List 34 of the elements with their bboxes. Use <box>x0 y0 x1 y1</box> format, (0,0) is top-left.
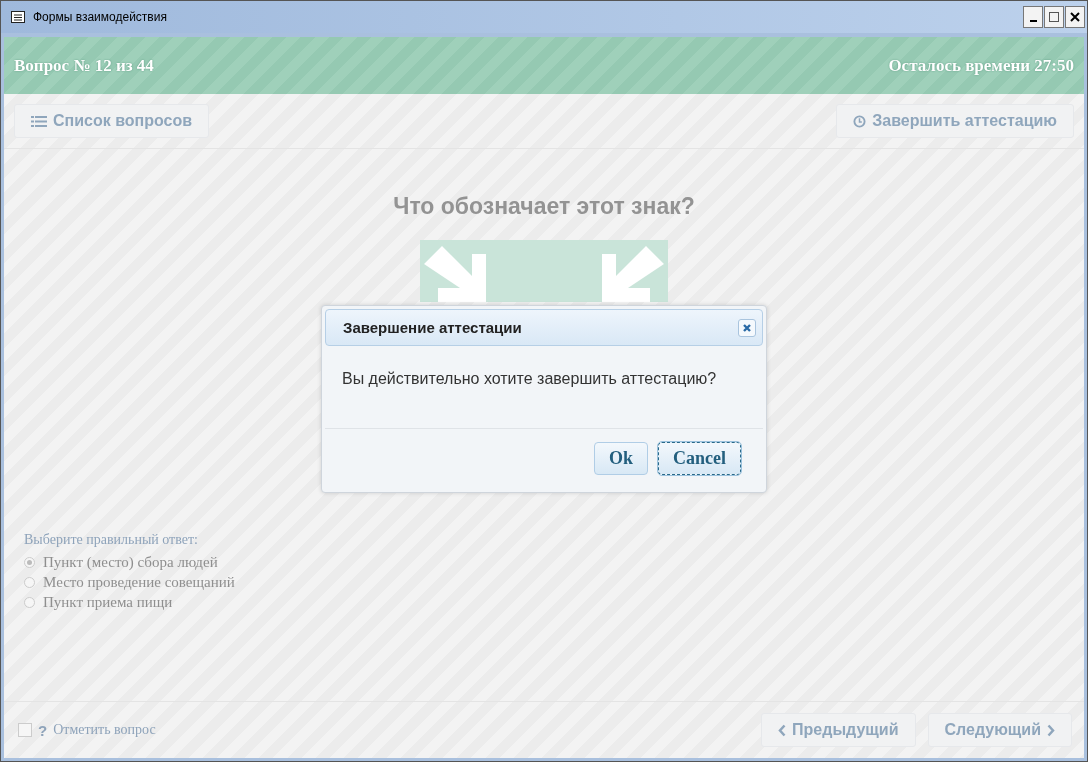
chevron-right-icon <box>1047 723 1055 737</box>
radio-button[interactable] <box>24 576 35 588</box>
maximize-icon <box>1048 11 1060 23</box>
previous-button[interactable]: Предыдущий <box>761 713 916 747</box>
question-counter: Вопрос № 12 из 44 <box>14 55 154 76</box>
close-button[interactable] <box>1065 6 1085 28</box>
answer-prompt: Выберите правильный ответ: <box>24 532 199 548</box>
close-icon <box>742 322 752 333</box>
dialog-button[interactable]: Ok <box>594 442 648 475</box>
radio-button[interactable] <box>24 556 35 568</box>
dialog-message: Вы действительно хотите завершить аттестацию? <box>325 346 763 429</box>
question-list-button[interactable]: Список вопросов <box>14 104 210 138</box>
answer-option[interactable]: Место проведение совещаний <box>43 573 235 591</box>
mark-checkbox[interactable] <box>18 723 32 737</box>
mark-question-label[interactable]: Отметить вопрос <box>53 722 156 738</box>
radio-button[interactable] <box>24 596 35 608</box>
dialog-title: Завершение аттестации <box>343 319 522 336</box>
chevron-left-icon <box>778 723 787 737</box>
minimize-button[interactable] <box>1023 6 1043 28</box>
question-mark-icon: ? <box>38 721 48 739</box>
time-remaining: Осталось времени 27:50 <box>888 55 1074 76</box>
maximize-button[interactable] <box>1044 6 1064 28</box>
close-icon <box>1069 11 1081 23</box>
list-icon <box>31 114 47 128</box>
answer-option[interactable]: Пункт (место) сбора людей <box>43 553 218 571</box>
clock-icon <box>853 114 867 128</box>
dialog-button[interactable]: Cancel <box>658 442 741 475</box>
next-button[interactable]: Следующий <box>927 713 1072 747</box>
window-title: Формы взаимодействия <box>33 10 168 24</box>
minimize-icon <box>1029 20 1037 22</box>
form-icon <box>11 11 25 23</box>
question-text: Что обозначает этот знак? <box>393 193 695 220</box>
finish-attestation-button[interactable]: Завершить аттестацию <box>836 104 1074 138</box>
answer-option[interactable]: Пункт приема пищи <box>43 593 173 611</box>
